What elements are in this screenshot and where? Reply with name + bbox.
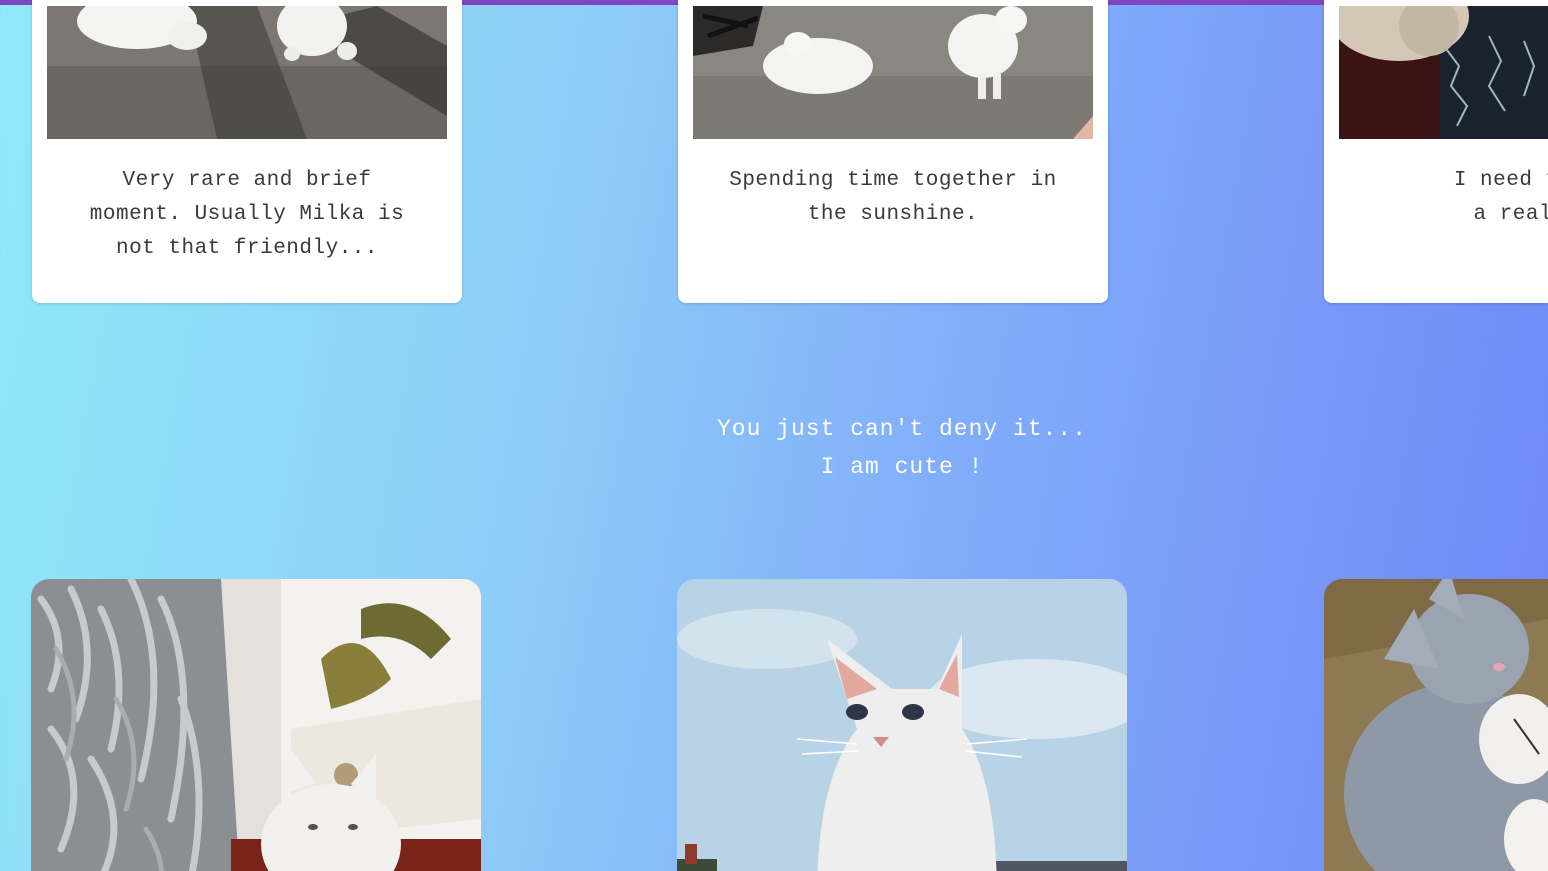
quote-line-2: I am cute ! (820, 454, 984, 480)
cat-looking-down-sky-photo (677, 579, 1127, 871)
cats-in-sunshine-photo (693, 6, 1093, 139)
cute-quote: You just can't deny it... I am cute ! (652, 410, 1152, 486)
cats-on-pavement-photo (47, 6, 447, 139)
card-caption: Very rare and brief moment. Usually Milk… (89, 169, 405, 260)
quote-line-1: You just can't deny it... (716, 416, 1088, 442)
gallery-card: Very rare and brief moment. Usually Milk… (32, 0, 462, 303)
cat-on-lap-photo (1339, 6, 1548, 139)
card-caption: Spending time together in the sunshine. (729, 169, 1057, 226)
gallery-card: I need to adm a really g (1324, 0, 1548, 303)
cat-with-plush-bunny-photo (1324, 579, 1548, 871)
gallery-card: Spending time together in the sunshine. (678, 0, 1108, 303)
card-caption: I need to adm a really g (1453, 169, 1548, 226)
cat-on-fluffy-rug-photo (31, 579, 481, 871)
